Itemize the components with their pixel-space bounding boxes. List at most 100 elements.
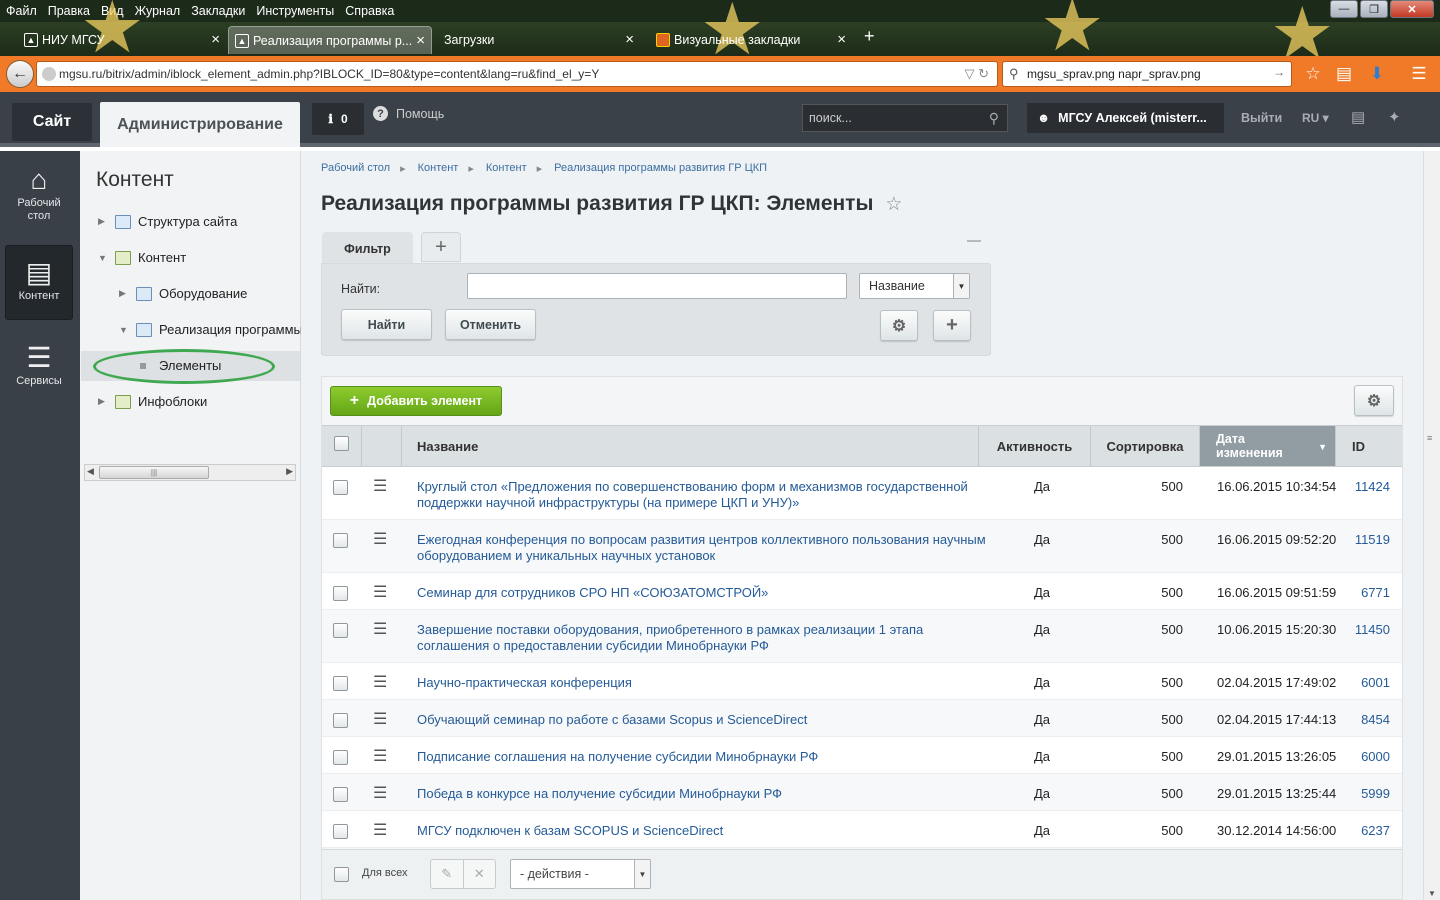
row-checkbox[interactable] xyxy=(333,713,348,728)
back-arrow-icon[interactable]: ← xyxy=(6,60,34,88)
breadcrumb-content-2[interactable]: Контент xyxy=(486,162,527,175)
table-row[interactable]: ☰ Круглый стол «Предложения по совершенс… xyxy=(322,467,1402,520)
find-input[interactable] xyxy=(467,273,847,299)
row-name-link[interactable]: Круглый стол «Предложения по совершенств… xyxy=(417,479,987,511)
search-icon[interactable]: ⚲ xyxy=(989,110,999,127)
row-menu-icon[interactable]: ☰ xyxy=(373,820,387,840)
tab-downloads[interactable]: Загрузки × xyxy=(420,26,640,54)
scroll-down-icon[interactable]: ▼ xyxy=(1428,889,1436,898)
tree-item-program[interactable]: ▼ Реализация программы xyxy=(119,322,303,337)
select-all-checkbox[interactable] xyxy=(334,436,349,451)
menu-services[interactable]: ☰ Сервисы xyxy=(5,341,73,401)
menu-help[interactable]: Справка xyxy=(345,4,394,18)
row-checkbox[interactable] xyxy=(333,750,348,765)
row-id-link[interactable]: 11424 xyxy=(1352,479,1390,494)
menu-file[interactable]: Файл xyxy=(6,4,37,18)
row-menu-icon[interactable]: ☰ xyxy=(373,529,387,549)
tree-item-site-structure[interactable]: ▶ Структура сайта xyxy=(98,214,237,229)
row-menu-icon[interactable]: ☰ xyxy=(373,672,387,692)
field-select[interactable]: Название ▼ xyxy=(859,273,970,299)
column-date[interactable]: Дата изменения ▼ xyxy=(1200,426,1336,466)
tab-visual-bookmarks[interactable]: Визуальные закладки × xyxy=(650,26,852,54)
row-name-link[interactable]: Ежегодная конференция по вопросам развит… xyxy=(417,532,987,564)
column-name[interactable]: Название xyxy=(402,426,979,466)
expand-arrow-icon[interactable]: ▶ xyxy=(119,288,129,299)
dropdown-arrow-icon[interactable]: ▼ xyxy=(953,274,969,298)
close-tab-icon[interactable]: × xyxy=(837,31,846,48)
row-id-link[interactable]: 8454 xyxy=(1352,712,1390,727)
table-row[interactable]: ☰ Обучающий семинар по работе с базами S… xyxy=(322,700,1402,737)
close-window-icon[interactable]: ✕ xyxy=(1390,0,1434,18)
collapse-arrow-icon[interactable]: ▼ xyxy=(98,253,108,263)
row-name-link[interactable]: Научно-практическая конференция xyxy=(417,675,987,691)
scrollbar-thumb[interactable]: ||| xyxy=(99,466,209,479)
scroll-left-icon[interactable]: ◀ xyxy=(87,466,94,477)
menu-bookmarks[interactable]: Закладки xyxy=(191,4,245,18)
table-row[interactable]: ☰ Победа в конкурсе на получение субсиди… xyxy=(322,774,1402,811)
filter-settings-gear-icon[interactable]: ⚙ xyxy=(880,310,918,341)
delete-x-icon[interactable]: ✕ xyxy=(464,860,496,888)
table-row[interactable]: ☰ Ежегодная конференция по вопросам разв… xyxy=(322,520,1402,573)
pin-icon[interactable]: ✦ xyxy=(1388,108,1401,126)
favorite-star-icon[interactable]: ☆ xyxy=(885,193,902,216)
reload-icon[interactable]: ▽ ↻ xyxy=(964,66,989,82)
collapse-filter-icon[interactable] xyxy=(967,240,981,242)
maximize-icon[interactable]: ❐ xyxy=(1360,0,1388,18)
row-id-link[interactable]: 6000 xyxy=(1352,749,1390,764)
table-row[interactable]: ☰ Подписание соглашения на получение суб… xyxy=(322,737,1402,774)
row-checkbox[interactable] xyxy=(333,676,348,691)
page-vertical-scrollbar[interactable]: ≡ ▼ xyxy=(1423,151,1440,900)
notifications-button[interactable]: ℹ 0 xyxy=(312,103,364,135)
table-row[interactable]: ☰ Научно-практическая конференция Да 500… xyxy=(322,663,1402,700)
row-name-link[interactable]: Семинар для сотрудников СРО НП «СОЮЗАТОМ… xyxy=(417,585,987,601)
row-checkbox[interactable] xyxy=(333,623,348,638)
tab-realizaciya[interactable]: ▲ Реализация программы р... × xyxy=(228,26,432,54)
new-tab-icon[interactable]: + xyxy=(864,26,875,47)
row-name-link[interactable]: Победа в конкурсе на получение субсидии … xyxy=(417,786,987,802)
add-filter-icon[interactable]: + xyxy=(421,232,461,262)
search-go-icon[interactable]: → xyxy=(1273,65,1285,79)
row-checkbox[interactable] xyxy=(333,824,348,839)
user-menu[interactable]: ☻ МГСУ Алексей (misterr... xyxy=(1027,103,1224,133)
row-checkbox[interactable] xyxy=(333,586,348,601)
add-element-button[interactable]: + Добавить элемент xyxy=(330,386,502,416)
table-row[interactable]: ☰ Завершение поставки оборудования, прио… xyxy=(322,610,1402,663)
logout-link[interactable]: Выйти xyxy=(1241,111,1282,125)
hamburger-menu-icon[interactable]: ☰ xyxy=(1409,64,1429,84)
scrollbar-grip-icon[interactable]: ≡ xyxy=(1427,433,1432,443)
row-menu-icon[interactable]: ☰ xyxy=(373,783,387,803)
row-name-link[interactable]: Подписание соглашения на получение субси… xyxy=(417,749,987,765)
browser-search-box[interactable]: ⚲ mgsu_sprav.png napr_sprav.png → xyxy=(1002,61,1292,87)
row-name-link[interactable]: Завершение поставки оборудования, приобр… xyxy=(417,622,987,654)
row-checkbox[interactable] xyxy=(333,480,348,495)
admin-search-input[interactable]: поиск... ⚲ xyxy=(802,104,1008,132)
menu-desktop[interactable]: ⌂ Рабочий стол xyxy=(5,163,73,238)
expand-arrow-icon[interactable]: ▶ xyxy=(98,396,108,407)
dropdown-arrow-icon[interactable]: ▼ xyxy=(634,860,650,888)
settings-panel-icon[interactable]: ▤ xyxy=(1351,108,1365,126)
row-id-link[interactable]: 6001 xyxy=(1352,675,1390,690)
tree-item-infoblocks[interactable]: ▶ Инфоблоки xyxy=(98,394,207,409)
row-menu-icon[interactable]: ☰ xyxy=(373,476,387,496)
tab-administration[interactable]: Администрирование xyxy=(100,102,300,147)
tab-site[interactable]: Сайт xyxy=(12,103,92,141)
close-tab-icon[interactable]: × xyxy=(625,31,634,48)
row-menu-icon[interactable]: ☰ xyxy=(373,746,387,766)
download-arrow-icon[interactable]: ⬇ xyxy=(1367,64,1387,84)
close-tab-icon[interactable]: × xyxy=(211,31,220,48)
actions-select[interactable]: - действия - ▼ xyxy=(510,859,651,889)
collapse-arrow-icon[interactable]: ▼ xyxy=(119,325,129,335)
row-name-link[interactable]: Обучающий семинар по работе с базами Sco… xyxy=(417,712,987,728)
language-select[interactable]: RU ▾ xyxy=(1302,111,1329,125)
row-menu-icon[interactable]: ☰ xyxy=(373,582,387,602)
tab-niu-mgsu[interactable]: ▲ НИУ МГСУ × xyxy=(18,26,226,54)
cancel-button[interactable]: Отменить xyxy=(445,309,536,340)
row-menu-icon[interactable]: ☰ xyxy=(373,619,387,639)
help-link[interactable]: ? Помощь xyxy=(373,106,444,121)
tree-horizontal-scrollbar[interactable]: ◀ ||| ▶ xyxy=(84,464,296,481)
expand-arrow-icon[interactable]: ▶ xyxy=(98,216,108,227)
row-id-link[interactable]: 5999 xyxy=(1352,786,1390,801)
breadcrumb-desktop[interactable]: Рабочий стол xyxy=(321,162,390,175)
table-row[interactable]: ☰ Семинар для сотрудников СРО НП «СОЮЗАТ… xyxy=(322,573,1402,610)
address-bar[interactable]: mgsu.ru/bitrix/admin/iblock_element_admi… xyxy=(36,61,998,87)
